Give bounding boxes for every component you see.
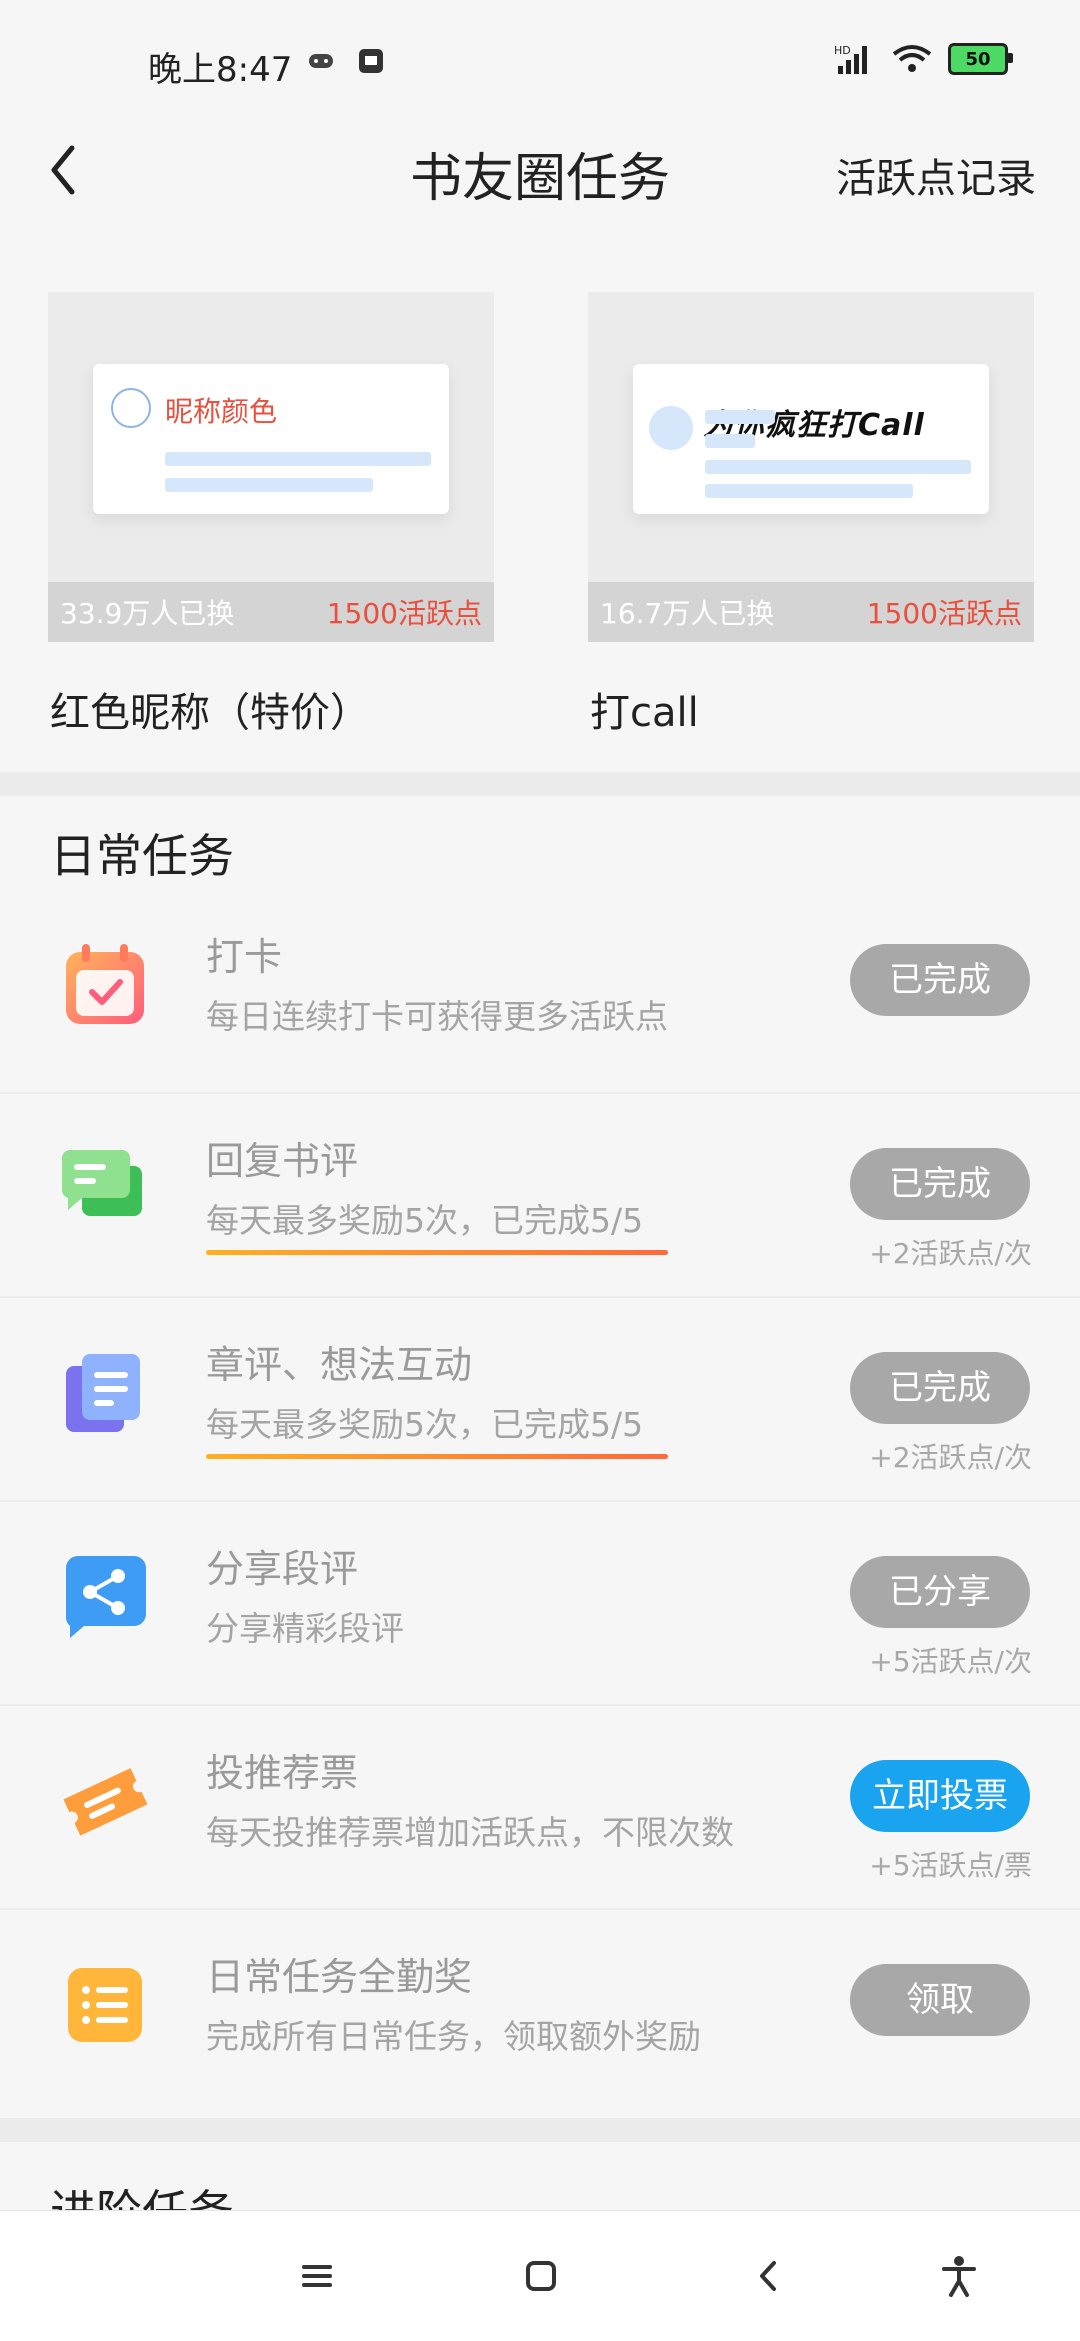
wifi-icon xyxy=(892,45,932,72)
section-divider xyxy=(0,2118,1080,2142)
reply-review-done-button[interactable]: 已完成 xyxy=(850,1148,1030,1220)
battery-level: 50 xyxy=(965,48,991,70)
exchange-count: 33.9万人已换 xyxy=(60,597,235,630)
task-title: 章评、想法互动 xyxy=(206,1343,473,1387)
placeholder-line xyxy=(165,478,373,492)
vote-now-button[interactable]: 立即投票 xyxy=(850,1760,1030,1832)
system-nav-bar xyxy=(0,2210,1080,2341)
checkin-done-button[interactable]: 已完成 xyxy=(850,944,1030,1016)
task-reward: +5活跃点/票 xyxy=(869,1849,1032,1882)
task-desc: 每天最多奖励5次，已完成5/5 xyxy=(206,1201,644,1240)
status-right-group: HD 50 xyxy=(834,42,1013,76)
preview-label: 昵称颜色 xyxy=(165,395,278,428)
reward-card-red-nickname[interactable]: 昵称颜色 33.9万人已换 1500活跃点 xyxy=(48,292,494,642)
section-divider xyxy=(0,772,1080,796)
chapter-comment-done-button[interactable]: 已完成 xyxy=(850,1352,1030,1424)
task-title: 投推荐票 xyxy=(206,1751,359,1795)
avatar-icon xyxy=(111,388,151,428)
share-done-button[interactable]: 已分享 xyxy=(850,1556,1030,1628)
activity-record-link[interactable]: 活跃点记录 xyxy=(836,146,1036,204)
task-desc: 每天投推荐票增加活跃点，不限次数 xyxy=(206,1813,734,1852)
task-desc: 每日连续打卡可获得更多活跃点 xyxy=(206,997,668,1036)
task-row-vote: 投推荐票 每天投推荐票增加活跃点，不限次数 立即投票 +5活跃点/票 xyxy=(0,1706,1080,1910)
status-time: 晚上8:47 xyxy=(148,50,293,90)
task-row-share: 分享段评 分享精彩段评 已分享 +5活跃点/次 xyxy=(0,1502,1080,1706)
game-controller-icon xyxy=(309,54,333,68)
svg-text:HD: HD xyxy=(834,44,851,57)
nav-back-icon[interactable] xyxy=(744,2251,794,2301)
task-title: 打卡 xyxy=(206,935,283,979)
task-reward: +2活跃点/次 xyxy=(869,1237,1032,1270)
chat-bubbles-icon xyxy=(61,1150,142,1216)
card-preview: 为你疯狂打Call xyxy=(633,364,989,514)
task-title: 分享段评 xyxy=(206,1547,359,1591)
ticket-icon xyxy=(63,1768,148,1836)
task-row-chapter-comment: 章评、想法互动 每天最多奖励5次，已完成5/5 已完成 +2活跃点/次 xyxy=(0,1298,1080,1502)
claim-button[interactable]: 领取 xyxy=(850,1964,1030,2036)
placeholder-line xyxy=(165,452,431,466)
reward-name: 红色昵称（特价） xyxy=(50,690,370,736)
exchange-cost: 1500活跃点 xyxy=(866,597,1022,630)
progress-underline xyxy=(206,1454,668,1459)
task-desc: 完成所有日常任务，领取额外奖励 xyxy=(206,2017,701,2056)
menu-icon[interactable] xyxy=(292,2251,342,2301)
document-icon xyxy=(66,1354,140,1432)
avatar-icon xyxy=(649,406,693,450)
task-row-checkin: 打卡 每日连续打卡可获得更多活跃点 已完成 xyxy=(0,890,1080,1094)
progress-underline xyxy=(206,1250,668,1255)
daily-tasks-title: 日常任务 xyxy=(50,829,234,883)
placeholder-line xyxy=(705,460,971,474)
home-icon[interactable] xyxy=(516,2251,566,2301)
placeholder-line xyxy=(705,434,755,448)
card-preview: 昵称颜色 xyxy=(93,364,449,514)
task-row-attendance: 日常任务全勤奖 完成所有日常任务，领取额外奖励 领取 xyxy=(0,1910,1080,2114)
share-icon xyxy=(65,1556,146,1638)
task-reward: +5活跃点/次 xyxy=(869,1645,1032,1678)
accessibility-icon[interactable] xyxy=(934,2251,984,2301)
task-title: 日常任务全勤奖 xyxy=(206,1955,473,1999)
card-strip: 33.9万人已换 1500活跃点 xyxy=(48,582,494,642)
placeholder-line xyxy=(705,410,775,424)
task-reward: +2活跃点/次 xyxy=(869,1441,1032,1474)
task-title: 回复书评 xyxy=(206,1139,359,1183)
task-row-reply-review: 回复书评 每天最多奖励5次，已完成5/5 已完成 +2活跃点/次 xyxy=(0,1094,1080,1298)
task-desc: 每天最多奖励5次，已完成5/5 xyxy=(206,1405,644,1444)
reward-name: 打call xyxy=(590,690,699,736)
card-strip: 16.7万人已换 1500活跃点 xyxy=(588,582,1034,642)
placeholder-line xyxy=(705,484,913,498)
list-icon xyxy=(68,1968,142,2042)
app-notification-icon xyxy=(359,49,383,73)
task-desc: 分享精彩段评 xyxy=(206,1609,404,1648)
battery-icon: 50 xyxy=(948,43,1013,75)
calendar-icon xyxy=(66,944,144,1024)
signal-icon: HD xyxy=(834,44,867,74)
reward-card-call[interactable]: 为你疯狂打Call 16.7万人已换 1500活跃点 xyxy=(588,292,1034,642)
exchange-count: 16.7万人已换 xyxy=(600,597,775,630)
exchange-cost: 1500活跃点 xyxy=(326,597,482,630)
